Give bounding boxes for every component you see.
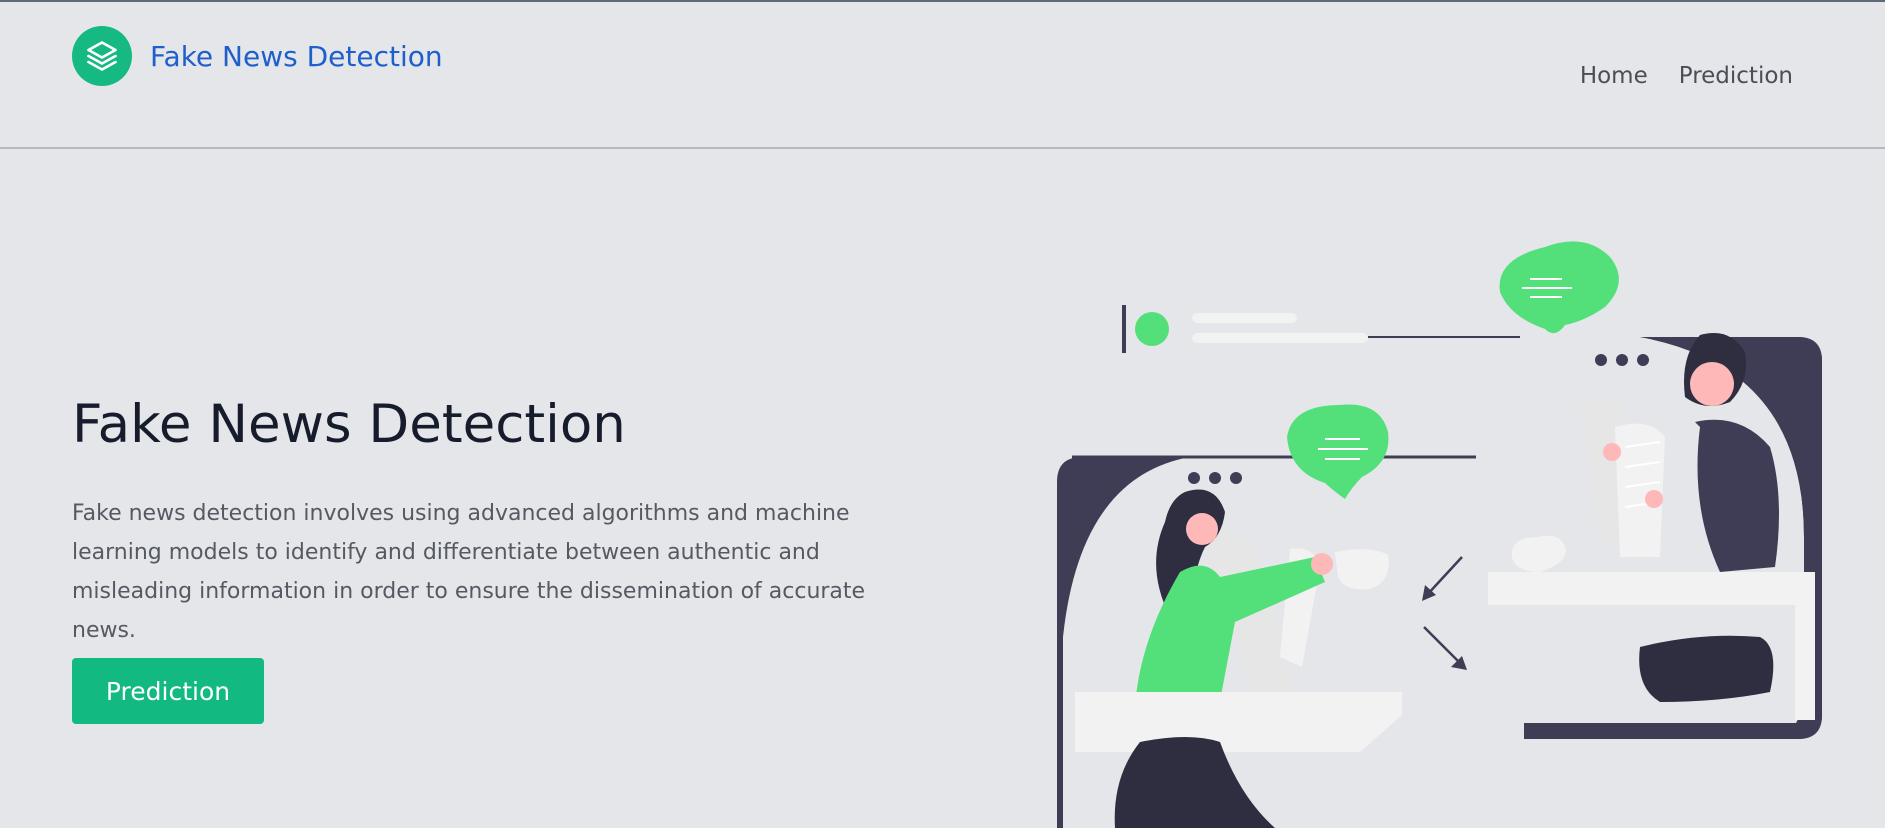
nav-prediction-link[interactable]: Prediction (1679, 63, 1793, 89)
site-header: Fake News Detection Home Prediction (0, 2, 1885, 149)
nav-home-link[interactable]: Home (1580, 63, 1648, 89)
brand-name: Fake News Detection (150, 39, 443, 73)
prediction-button[interactable]: Prediction (72, 658, 264, 724)
main-nav: Home Prediction (1549, 63, 1793, 89)
hero-title: Fake News Detection (72, 394, 626, 455)
news-reading-illustration (1057, 241, 1822, 828)
hero-description: Fake news detection involves using advan… (72, 501, 866, 643)
brand[interactable]: Fake News Detection (72, 26, 443, 86)
layers-icon (72, 26, 132, 86)
